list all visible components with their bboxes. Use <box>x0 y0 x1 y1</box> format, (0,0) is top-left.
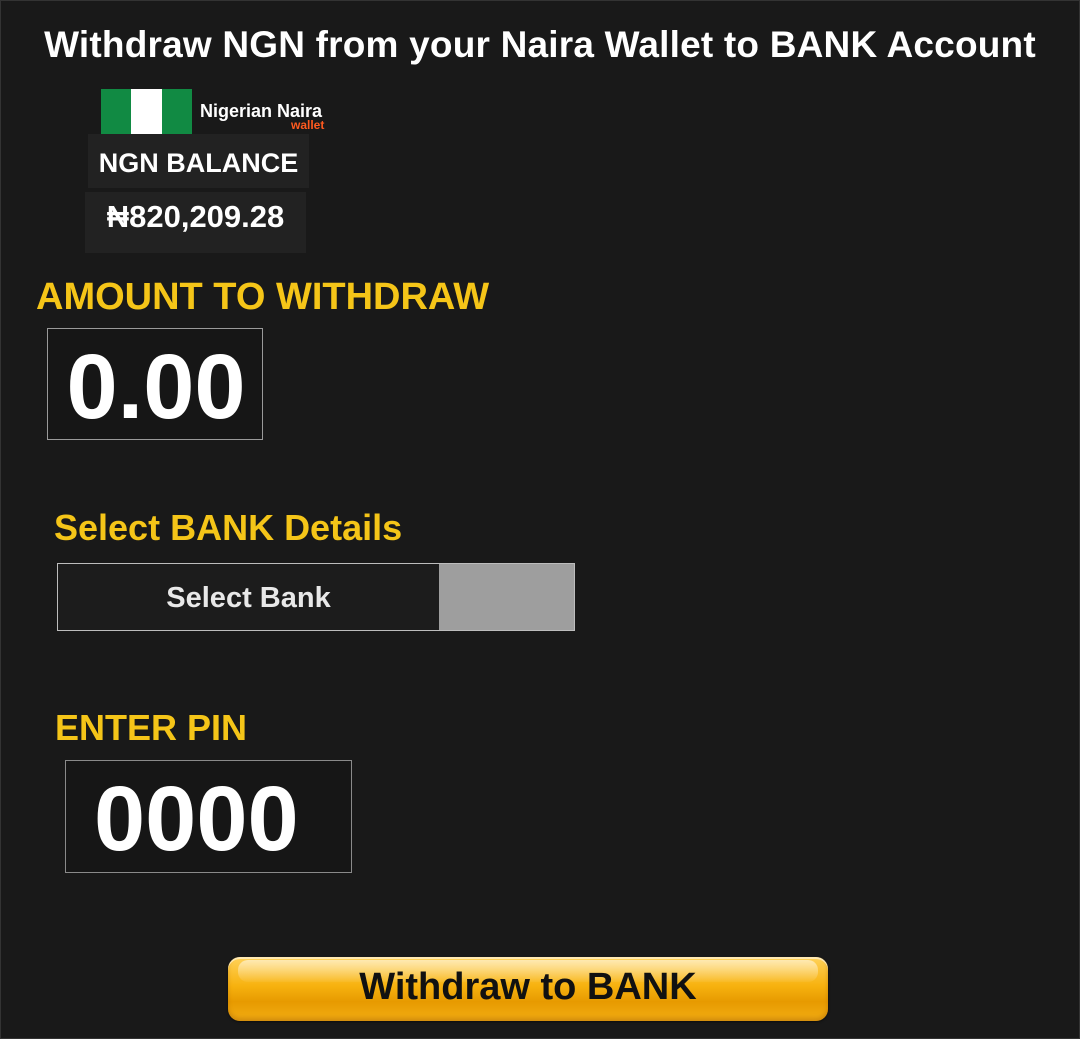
balance-label-box: NGN BALANCE <box>88 134 309 188</box>
nigeria-flag-icon <box>101 89 192 134</box>
amount-field[interactable] <box>47 328 264 440</box>
withdraw-to-bank-button[interactable]: Withdraw to BANK <box>228 957 828 1021</box>
bank-select-value[interactable]: Select Bank <box>58 564 439 630</box>
bank-label: Select BANK Details <box>54 507 403 548</box>
wallet-sub-label: wallet <box>291 118 325 132</box>
balance-label: NGN BALANCE <box>98 148 299 178</box>
dropdown-button[interactable] <box>439 564 574 630</box>
withdraw-button-label: Withdraw to BANK <box>359 966 697 1008</box>
bank-select[interactable]: Select Bank <box>57 563 575 631</box>
pin-input[interactable] <box>94 767 334 872</box>
pin-field[interactable] <box>65 760 352 873</box>
pin-label: ENTER PIN <box>55 707 248 748</box>
page-title: Withdraw NGN from your Naira Wallet to B… <box>44 24 1036 65</box>
balance-value: ₦820,209.28 <box>106 199 285 234</box>
amount-label: AMOUNT TO WITHDRAW <box>36 276 490 318</box>
balance-value-box: ₦820,209.28 <box>85 192 306 253</box>
amount-input[interactable] <box>48 335 264 440</box>
